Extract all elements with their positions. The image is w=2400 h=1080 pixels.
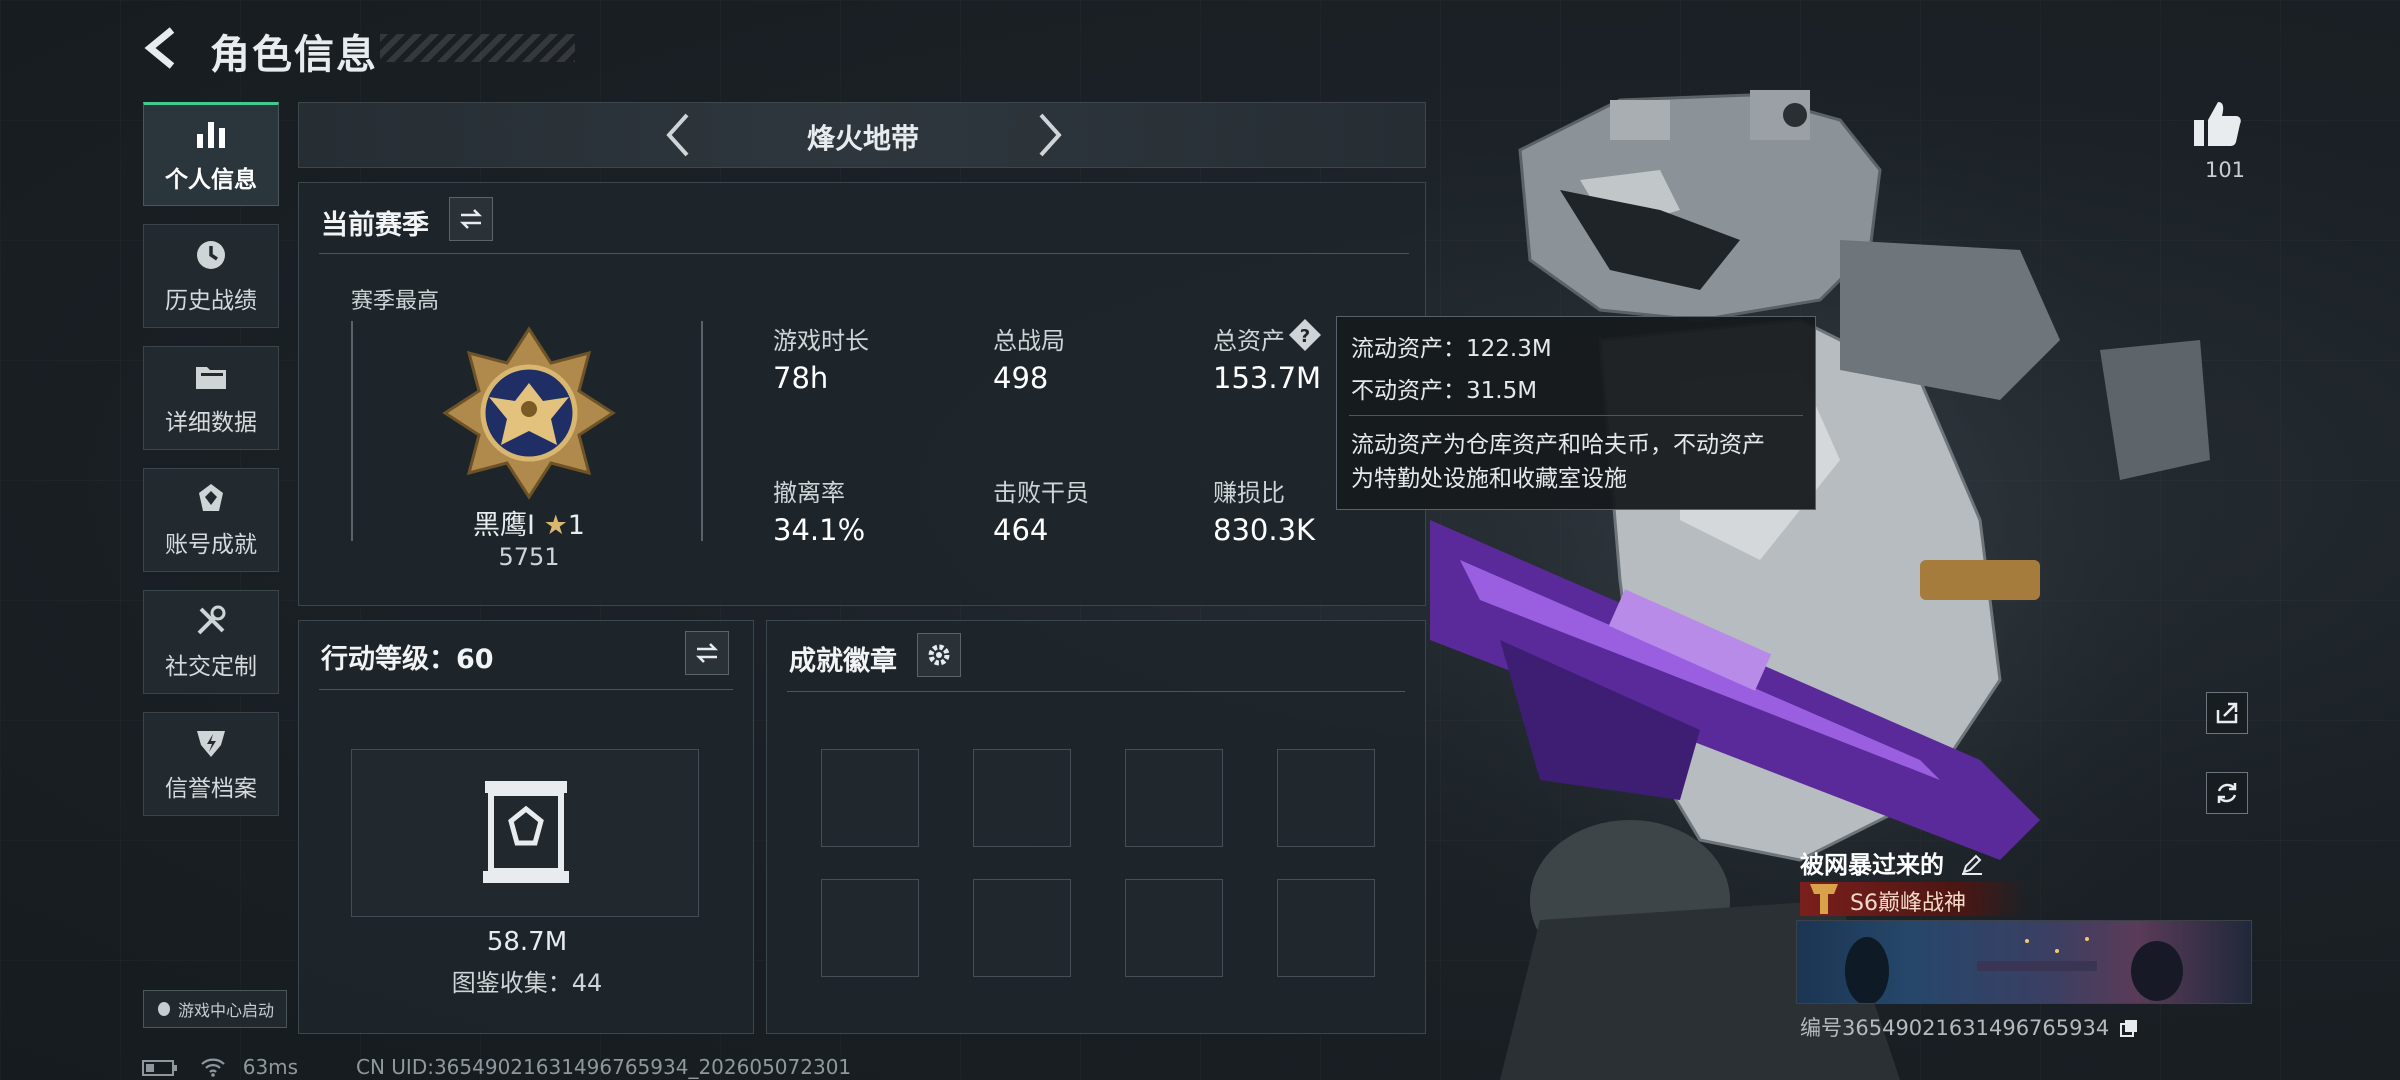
stat-value: 498 bbox=[993, 361, 1049, 395]
sidebar-item-label: 账号成就 bbox=[165, 532, 257, 558]
sidebar-item-history[interactable]: 历史战绩 bbox=[143, 224, 279, 328]
reputation-icon bbox=[197, 731, 225, 757]
badge-slot[interactable] bbox=[1125, 879, 1223, 977]
stat-label: 游戏时长 bbox=[773, 327, 869, 355]
star-icon: ★ bbox=[543, 510, 568, 541]
badge-slot[interactable] bbox=[1125, 749, 1223, 847]
stat-value: 830.3K bbox=[1213, 513, 1316, 547]
sidebar-item-achievements[interactable]: 账号成就 bbox=[143, 468, 279, 572]
stat-value: 34.1% bbox=[773, 513, 866, 547]
card-artwork bbox=[1845, 937, 2183, 1003]
collection-count: 图鉴收集：44 bbox=[451, 969, 603, 997]
sidebar-item-label: 历史战绩 bbox=[165, 288, 257, 314]
network-status: 63ms bbox=[142, 1055, 298, 1079]
tools-icon bbox=[197, 605, 226, 635]
badges-title: 成就徽章 bbox=[789, 646, 897, 677]
stat-value: 464 bbox=[993, 513, 1049, 547]
sidebar-item-label: 个人信息 bbox=[165, 167, 257, 193]
season-panel: 当前赛季 赛季最高 黑鹰I ★1 5751 游戏时长 78h 总战局 498 总… bbox=[298, 182, 1426, 606]
rank-name: 黑鹰I ★1 bbox=[473, 510, 585, 541]
divider bbox=[787, 691, 1405, 692]
bar-chart-icon bbox=[197, 122, 225, 148]
stat-value: 153.7M bbox=[1213, 361, 1322, 395]
badge-slot[interactable] bbox=[973, 749, 1071, 847]
history-clock-icon bbox=[197, 241, 225, 269]
badge-slot[interactable] bbox=[821, 879, 919, 977]
uid-text: CN UID:36549021631496765934_202605072301 bbox=[356, 1055, 852, 1079]
sidebar-item-reputation[interactable]: 信誉档案 bbox=[143, 712, 279, 816]
svg-text:?: ? bbox=[1300, 326, 1310, 347]
battery-icon bbox=[142, 1060, 177, 1076]
asset-help-icon[interactable]: ? bbox=[1287, 317, 1323, 353]
like-count: 101 bbox=[2204, 158, 2246, 182]
divider bbox=[1349, 415, 1803, 416]
fixed-assets: 不动资产：31.5M bbox=[1351, 378, 1538, 404]
title-decoration bbox=[380, 34, 575, 62]
divider bbox=[319, 689, 733, 690]
refresh-button[interactable] bbox=[2206, 772, 2248, 814]
badge-slot[interactable] bbox=[821, 749, 919, 847]
action-level-switch-button[interactable] bbox=[685, 631, 729, 675]
player-name: 被网暴过来的 bbox=[1800, 845, 1984, 880]
game-center-label: 游戏中心启动 bbox=[177, 1001, 274, 1020]
sidebar-item-social-custom[interactable]: 社交定制 bbox=[143, 590, 279, 694]
player-title: S6巅峰战神 bbox=[1850, 891, 1966, 916]
player-card-image[interactable] bbox=[1796, 920, 2252, 1004]
swap-icon bbox=[695, 643, 719, 663]
folder-icon bbox=[196, 367, 226, 389]
game-center-launch-button[interactable]: 游戏中心启动 bbox=[143, 990, 287, 1028]
mode-selector: 烽火地带 bbox=[298, 102, 1426, 168]
stat-value: 78h bbox=[773, 361, 829, 395]
achievement-badges-panel: 成就徽章 bbox=[766, 620, 1426, 1034]
sidebar-item-detailed-data[interactable]: 详细数据 bbox=[143, 346, 279, 450]
sidebar-item-personal-info[interactable]: 个人信息 bbox=[143, 102, 279, 206]
next-mode-arrow-icon[interactable] bbox=[1025, 111, 1073, 159]
stat-label: 总战局 bbox=[993, 327, 1065, 355]
page-title: 角色信息 bbox=[210, 32, 378, 78]
season-title: 当前赛季 bbox=[321, 210, 429, 241]
sidebar-item-label: 详细数据 bbox=[165, 410, 257, 436]
refresh-icon bbox=[2217, 783, 2237, 803]
divider bbox=[319, 253, 1409, 254]
badge-settings-button[interactable] bbox=[917, 633, 961, 677]
season-best-label: 赛季最高 bbox=[351, 289, 440, 314]
badge-slot[interactable] bbox=[1277, 879, 1375, 977]
back-arrow-icon[interactable] bbox=[140, 24, 188, 72]
stat-label: 赚损比 bbox=[1213, 479, 1285, 507]
sidebar-item-label: 信誉档案 bbox=[165, 776, 257, 802]
share-button[interactable] bbox=[2206, 692, 2248, 734]
penguin-icon bbox=[157, 1002, 170, 1016]
season-switch-button[interactable] bbox=[449, 197, 493, 241]
stat-label: 击败干员 bbox=[993, 479, 1089, 507]
swap-icon bbox=[459, 209, 483, 229]
title-emblem-icon bbox=[1810, 884, 1838, 914]
edit-pencil-icon[interactable] bbox=[1960, 852, 1984, 876]
rank-points: 5751 bbox=[498, 543, 560, 571]
badge-slot[interactable] bbox=[973, 879, 1071, 977]
share-icon bbox=[2216, 702, 2238, 724]
player-serial: 编号3654902163149676593​4 bbox=[1800, 1012, 2138, 1042]
badge-slot[interactable] bbox=[1277, 749, 1375, 847]
ping-value: 63ms bbox=[242, 1055, 299, 1079]
collection-case-icon bbox=[483, 781, 569, 883]
collection-value: 58.7M bbox=[486, 927, 568, 957]
sidebar-item-label: 社交定制 bbox=[165, 654, 257, 680]
thumbs-up-icon[interactable] bbox=[2190, 98, 2244, 152]
action-level-title: 行动等级：60 bbox=[321, 644, 494, 675]
mode-title: 烽火地带 bbox=[806, 122, 919, 155]
asset-tooltip: 流动资产：122.3M 不动资产：31.5M 流动资产为仓库资产和哈夫币，不动资… bbox=[1336, 316, 1816, 510]
stat-label: 撤离率 bbox=[773, 479, 845, 507]
asset-description-line1: 流动资产为仓库资产和哈夫币，不动资产 bbox=[1351, 432, 1765, 458]
liquid-assets: 流动资产：122.3M bbox=[1351, 336, 1552, 362]
wifi-icon bbox=[201, 1058, 226, 1077]
gear-icon bbox=[928, 644, 950, 666]
copy-icon[interactable] bbox=[2119, 1019, 2138, 1037]
action-level-panel: 行动等级：60 58.7M 图鉴收集：44 bbox=[298, 620, 754, 1034]
asset-description-line2: 为特勤处设施和收藏室设施 bbox=[1351, 466, 1627, 492]
eagle-rank-emblem bbox=[442, 326, 616, 500]
stat-label: 总资产 bbox=[1213, 327, 1285, 355]
achievement-icon bbox=[199, 484, 223, 511]
